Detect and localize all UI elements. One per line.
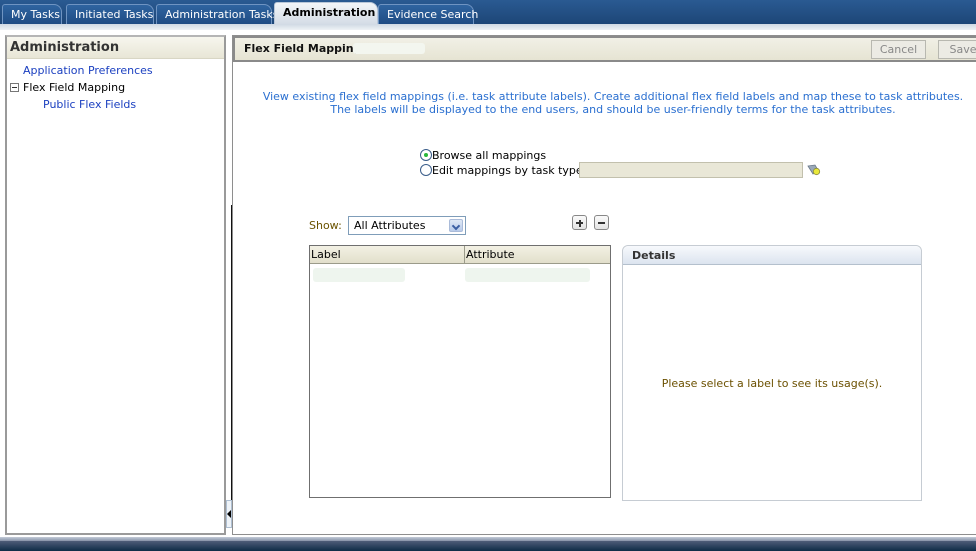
add-mapping-button[interactable] xyxy=(572,215,587,230)
redacted-text xyxy=(353,43,425,54)
edit-mappings-option[interactable]: Edit mappings by task type: xyxy=(420,164,586,177)
column-separator[interactable] xyxy=(464,246,465,264)
minus-icon xyxy=(598,222,605,224)
tab-bar: My Tasks Initiated Tasks Administration … xyxy=(0,0,976,24)
save-button[interactable]: Save xyxy=(938,40,976,59)
admin-nav-panel: Administration Application Preferences F… xyxy=(5,35,226,535)
intro-line-1: View existing flex field mappings (i.e. … xyxy=(262,90,964,103)
page-title: Flex Field Mapping xyxy=(244,42,362,55)
tab-administration[interactable]: Administration xyxy=(274,2,378,24)
tab-initiated-tasks[interactable]: Initiated Tasks xyxy=(66,4,154,24)
show-label: Show: xyxy=(309,219,342,232)
nav-panel-title: Administration xyxy=(7,37,224,59)
tab-evidence-search[interactable]: Evidence Search xyxy=(378,4,478,24)
column-header-label[interactable]: Label xyxy=(311,248,341,261)
panel-header: Flex Field Mapping Cancel Save xyxy=(233,36,976,62)
intro-text: View existing flex field mappings (i.e. … xyxy=(233,90,976,116)
search-lookup-icon[interactable] xyxy=(807,164,821,176)
details-message: Please select a label to see its usage(s… xyxy=(661,377,883,390)
show-filter-value: All Attributes xyxy=(354,219,426,232)
chevron-down-icon[interactable] xyxy=(449,219,463,232)
browse-radio[interactable] xyxy=(420,149,432,161)
details-panel: Details Please select a label to see its… xyxy=(622,245,922,501)
column-header-attribute[interactable]: Attribute xyxy=(466,248,515,261)
tab-my-tasks[interactable]: My Tasks xyxy=(2,4,62,24)
collapse-icon[interactable] xyxy=(10,83,19,92)
redacted-row-label xyxy=(313,268,405,282)
cancel-button[interactable]: Cancel xyxy=(871,40,926,59)
edit-radio-label: Edit mappings by task type: xyxy=(432,164,587,177)
nav-public-flex-fields[interactable]: Public Flex Fields xyxy=(43,98,136,111)
mappings-table: Label Attribute xyxy=(309,245,611,498)
edit-radio[interactable] xyxy=(420,164,432,176)
table-header: Label Attribute xyxy=(310,246,610,264)
footer-bar xyxy=(0,541,976,551)
show-filter-select[interactable]: All Attributes xyxy=(348,216,466,235)
flex-field-mapping-panel: Flex Field Mapping Cancel Save View exis… xyxy=(232,35,976,535)
task-type-input[interactable] xyxy=(579,162,803,178)
redacted-row-attribute xyxy=(465,268,590,282)
nav-application-preferences[interactable]: Application Preferences xyxy=(23,64,153,77)
browse-mappings-option[interactable]: Browse all mappings xyxy=(420,149,546,162)
remove-mapping-button[interactable] xyxy=(594,215,609,230)
tab-administration-tasks[interactable]: Administration Tasks xyxy=(156,4,278,24)
browse-radio-label: Browse all mappings xyxy=(432,149,547,162)
details-title: Details xyxy=(623,246,921,265)
intro-line-2: The labels will be displayed to the end … xyxy=(330,103,896,116)
nav-flex-field-mapping[interactable]: Flex Field Mapping xyxy=(23,81,125,94)
collapse-left-arrow-icon[interactable] xyxy=(227,510,231,518)
tab-underline xyxy=(0,24,976,30)
